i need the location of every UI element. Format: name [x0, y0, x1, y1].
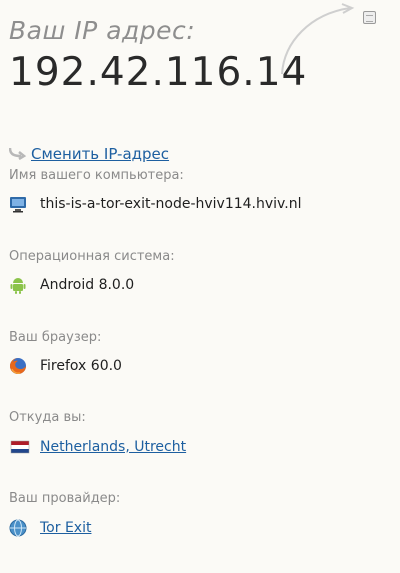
provider-label: Ваш провайдер: — [9, 491, 121, 506]
copy-ip-button[interactable] — [363, 11, 376, 24]
change-ip-link[interactable]: Сменить IP-адрес — [31, 145, 169, 163]
location-link[interactable]: Netherlands, Utrecht — [40, 439, 186, 455]
arrow-right-icon — [9, 147, 27, 160]
ip-label: Ваш IP адрес: — [9, 16, 196, 45]
firefox-icon — [10, 358, 26, 374]
os-label: Операционная система: — [9, 249, 175, 264]
computer-name-label: Имя вашего компьютера: — [9, 168, 184, 183]
provider-link[interactable]: Tor Exit — [40, 520, 91, 536]
location-label: Откуда вы: — [9, 410, 86, 425]
computer-name-value: this-is-a-tor-exit-node-hviv114.hviv.nl — [40, 196, 302, 212]
android-icon — [10, 278, 26, 294]
globe-icon — [9, 519, 27, 537]
ip-address: 192.42.116.14 — [9, 50, 308, 95]
browser-value: Firefox 60.0 — [40, 358, 122, 374]
netherlands-flag-icon — [10, 440, 30, 454]
browser-label: Ваш браузер: — [9, 330, 102, 345]
computer-icon — [10, 197, 26, 213]
os-value: Android 8.0.0 — [40, 277, 135, 293]
